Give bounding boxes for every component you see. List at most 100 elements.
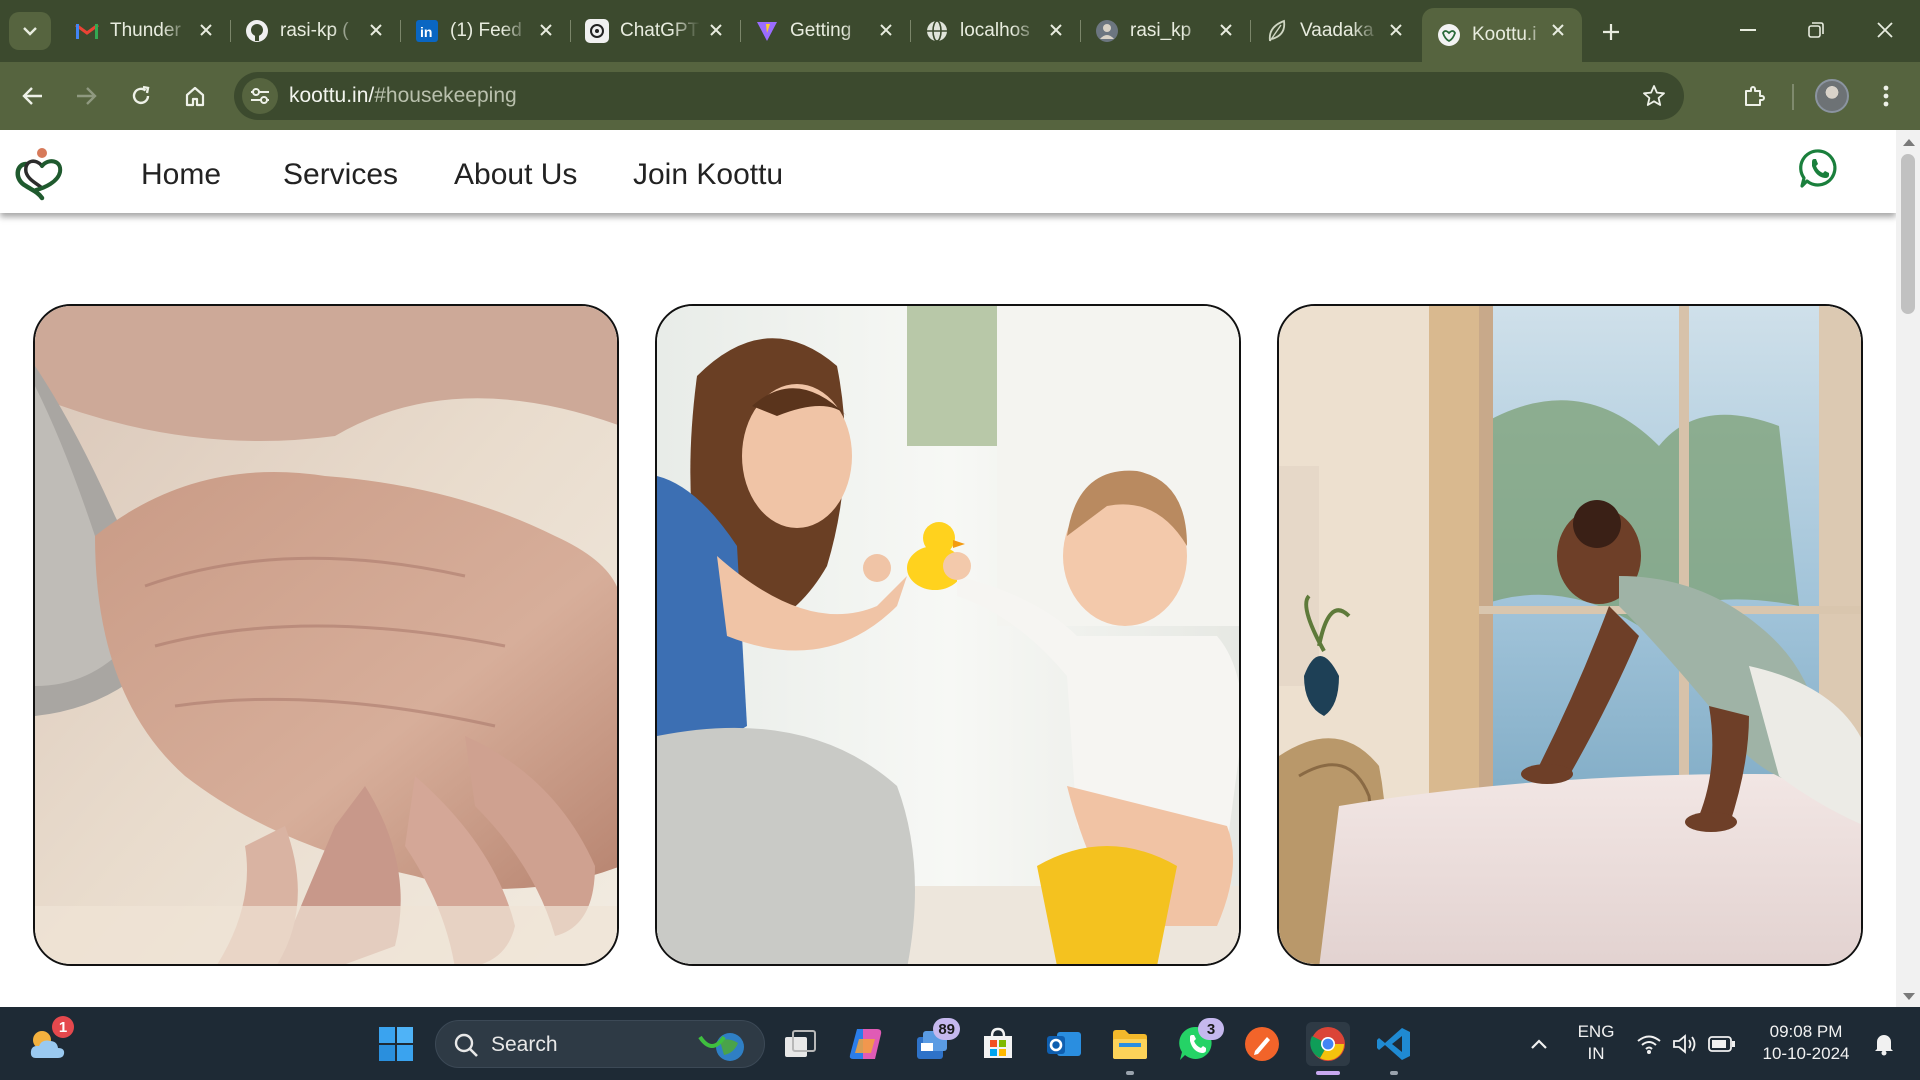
home-button[interactable]: [175, 76, 215, 116]
close-icon[interactable]: [704, 18, 728, 42]
weather-widget[interactable]: 1: [26, 1016, 74, 1066]
tab-vite[interactable]: Getting: [740, 8, 911, 54]
koottu-logo[interactable]: [12, 144, 72, 204]
tab-title: Koottu.i: [1472, 24, 1537, 45]
reload-icon: [132, 85, 150, 105]
task-view-button[interactable]: [778, 1022, 822, 1066]
notifications-button[interactable]: [1862, 1022, 1906, 1066]
pen-icon: [1245, 1027, 1279, 1061]
outlook-button[interactable]: [1042, 1022, 1086, 1066]
profile-avatar-button[interactable]: [1815, 79, 1849, 113]
pen-app-button[interactable]: [1240, 1022, 1284, 1066]
nav-join-link[interactable]: Join Koottu: [633, 158, 783, 192]
vscode-button[interactable]: [1372, 1022, 1416, 1075]
chrome-icon: [1310, 1027, 1345, 1061]
minimize-button[interactable]: [1723, 12, 1773, 48]
wifi-icon: [1637, 1035, 1661, 1054]
teams-button[interactable]: 89: [910, 1018, 960, 1066]
home-icon: [185, 86, 205, 107]
close-icon[interactable]: [194, 18, 218, 42]
nav-about-link[interactable]: About Us: [454, 158, 577, 192]
avatar-icon: [1094, 18, 1120, 44]
extensions-button[interactable]: [1734, 76, 1774, 116]
quick-settings-button[interactable]: [1631, 1022, 1741, 1066]
menu-button[interactable]: [1866, 76, 1906, 116]
store-button[interactable]: [976, 1022, 1020, 1066]
housekeeper-image: [1279, 306, 1861, 964]
tab-vaadaka[interactable]: Vaadaka: [1250, 8, 1420, 54]
chevron-down-icon: [23, 27, 37, 36]
url-text[interactable]: koottu.in/#housekeeping: [289, 84, 517, 108]
close-icon[interactable]: [874, 18, 898, 42]
tab-rasi-kp[interactable]: rasi_kp: [1080, 8, 1251, 54]
whatsapp-icon: [1799, 149, 1837, 188]
volume-icon: [1673, 1034, 1696, 1054]
clock-time: 09:08 PM: [1769, 1022, 1843, 1041]
puzzle-icon: [1745, 86, 1765, 106]
browser-tabstrip: Thunder rasi-kp ( in (1) Feed ChatGPT Ge…: [0, 0, 1920, 62]
new-tab-button[interactable]: [1593, 14, 1629, 50]
reload-button[interactable]: [121, 76, 161, 116]
file-explorer-button[interactable]: [1108, 1022, 1152, 1075]
github-icon: [244, 18, 270, 44]
tab-chatgpt[interactable]: ChatGPT: [570, 8, 741, 54]
tab-localhost[interactable]: localhos: [910, 8, 1081, 54]
bookmark-star-button[interactable]: [1640, 82, 1668, 110]
chrome-button[interactable]: [1306, 1022, 1350, 1075]
tune-icon: [251, 88, 269, 104]
running-indicator: [1390, 1071, 1398, 1075]
child-care-card[interactable]: [655, 304, 1241, 966]
clock[interactable]: 09:08 PM 10-10-2024: [1756, 1021, 1856, 1065]
store-icon: [984, 1027, 1012, 1058]
scrollbar-thumb[interactable]: [1901, 154, 1915, 314]
arrow-left-icon: [22, 87, 42, 105]
show-hidden-icons-button[interactable]: [1517, 1022, 1561, 1066]
search-icon: [454, 1033, 478, 1057]
page-scrollbar[interactable]: [1896, 130, 1920, 1007]
tab-title: rasi_kp: [1130, 20, 1192, 41]
tab-title: Vaadaka: [1300, 20, 1374, 41]
tab-title: Thunder: [110, 20, 181, 41]
whatsapp-badge: 3: [1198, 1018, 1224, 1040]
vscode-icon: [1377, 1028, 1410, 1060]
close-window-button[interactable]: [1860, 12, 1910, 48]
copilot-button[interactable]: [844, 1022, 888, 1066]
close-icon[interactable]: [1044, 18, 1068, 42]
close-icon[interactable]: [1546, 18, 1570, 42]
plus-icon: [1603, 24, 1619, 40]
elder-care-card[interactable]: [33, 304, 619, 966]
whatsapp-contact-button[interactable]: [1797, 147, 1841, 191]
tab-github[interactable]: rasi-kp (: [230, 8, 401, 54]
tab-search-button[interactable]: [9, 12, 51, 50]
site-info-button[interactable]: [242, 78, 278, 114]
whatsapp-taskbar-button[interactable]: 3: [1174, 1018, 1224, 1066]
svg-text:in: in: [420, 24, 432, 40]
scroll-up-arrow-icon[interactable]: [1903, 139, 1915, 146]
close-icon[interactable]: [364, 18, 388, 42]
chatgpt-icon: [584, 18, 610, 44]
tab-gmail[interactable]: Thunder: [60, 8, 231, 54]
forward-button[interactable]: [66, 76, 106, 116]
tab-title: rasi-kp (: [280, 20, 349, 41]
nav-services-link[interactable]: Services: [283, 158, 398, 192]
back-button[interactable]: [13, 76, 53, 116]
start-button[interactable]: [374, 1022, 418, 1066]
chevron-up-icon: [1531, 1039, 1547, 1049]
close-icon[interactable]: [1384, 18, 1408, 42]
scroll-down-arrow-icon[interactable]: [1903, 993, 1915, 1000]
close-icon: [1877, 22, 1893, 38]
url-path: #housekeeping: [374, 84, 517, 107]
tab-koottu[interactable]: Koottu.i: [1422, 8, 1582, 62]
housekeeping-card[interactable]: [1277, 304, 1863, 966]
nav-home-link[interactable]: Home: [141, 158, 221, 192]
taskbar-search[interactable]: Search: [435, 1020, 765, 1068]
globe-icon: [924, 18, 950, 44]
weather-badge: 1: [52, 1016, 74, 1038]
tab-linkedin[interactable]: in (1) Feed: [400, 8, 571, 54]
language-indicator[interactable]: ENG IN: [1574, 1021, 1618, 1065]
close-icon[interactable]: [534, 18, 558, 42]
address-bar[interactable]: koottu.in/#housekeeping: [234, 72, 1684, 120]
close-icon[interactable]: [1214, 18, 1238, 42]
koottu-logo-icon: [1436, 22, 1462, 48]
restore-button[interactable]: [1791, 12, 1841, 48]
